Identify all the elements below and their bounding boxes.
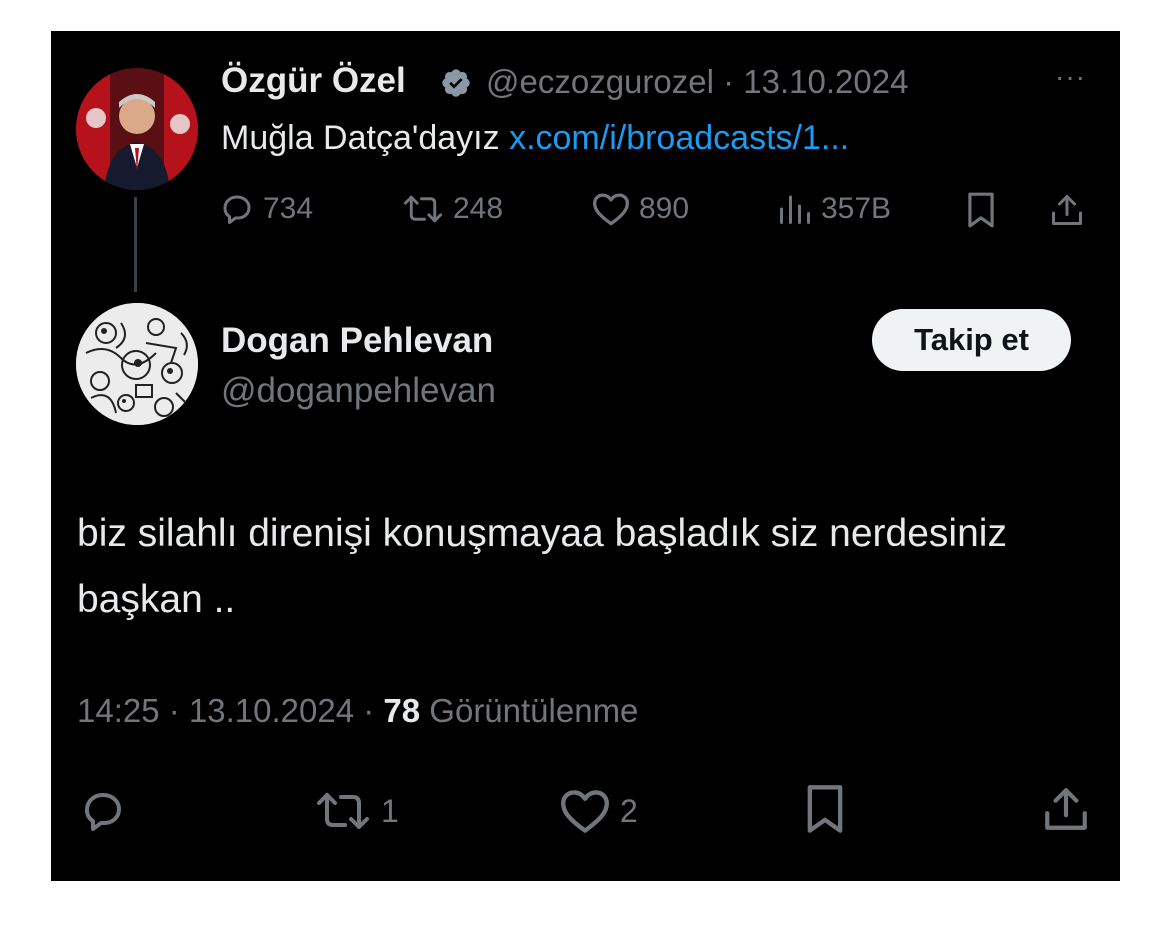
post-link[interactable]: x.com/i/broadcasts/1... — [509, 119, 849, 157]
post-text: Muğla Datça'dayız x.com/i/broadcasts/1..… — [221, 119, 849, 158]
share-button[interactable] — [1041, 783, 1091, 835]
bookmark-button[interactable] — [803, 783, 847, 835]
like-button[interactable]: 2 — [558, 787, 638, 835]
avatar[interactable] — [76, 303, 198, 425]
analytics-icon — [780, 195, 810, 224]
verified-badge-icon — [440, 67, 472, 99]
author-handle-date[interactable]: @eczozgurozel · 13.10.2024 — [486, 63, 908, 101]
repost-icon — [317, 793, 369, 829]
post-metadata: 14:25 · 13.10.2024 · 78 Görüntülenme — [77, 692, 638, 730]
thread-connector-line — [134, 197, 137, 292]
bookmark-button[interactable] — [964, 191, 998, 229]
views-label: Görüntülenme — [420, 692, 639, 729]
share-icon — [1045, 788, 1087, 830]
more-options-icon[interactable]: ··· — [1055, 61, 1086, 93]
repost-button[interactable]: 1 — [313, 787, 399, 835]
author-name[interactable]: Özgür Özel — [221, 61, 406, 101]
reply-icon — [223, 195, 251, 224]
follow-button[interactable]: Takip et — [872, 309, 1071, 371]
avatar[interactable] — [76, 68, 198, 190]
heart-icon — [593, 193, 629, 226]
heart-icon — [561, 790, 609, 833]
tweet-thread: Özgür Özel @eczozgurozel · 13.10.2024 ··… — [51, 31, 1120, 881]
author-name[interactable]: Dogan Pehlevan — [221, 321, 493, 361]
post-time-date[interactable]: 14:25 · 13.10.2024 · — [77, 692, 383, 729]
views-count: 78 — [383, 692, 421, 729]
author-handle[interactable]: @doganpehlevan — [221, 371, 496, 411]
share-icon — [1052, 195, 1082, 225]
bookmark-icon — [968, 192, 994, 228]
repost-icon — [403, 195, 443, 223]
reply-icon — [85, 793, 121, 831]
bookmark-icon — [807, 785, 843, 833]
reply-button[interactable]: 734 — [219, 191, 313, 227]
like-count: 890 — [639, 192, 690, 225]
views-count: 357B — [821, 192, 892, 225]
repost-button[interactable]: 248 — [401, 191, 503, 227]
like-button[interactable]: 890 — [591, 191, 689, 227]
like-count: 2 — [620, 792, 638, 829]
reply-count: 734 — [263, 192, 314, 225]
share-button[interactable] — [1049, 191, 1085, 229]
views-button[interactable]: 357B — [777, 191, 891, 227]
post-text-content: Muğla Datça'dayız — [221, 119, 510, 157]
reply-button[interactable] — [78, 787, 128, 835]
repost-count: 248 — [453, 192, 504, 225]
repost-count: 1 — [381, 792, 399, 829]
reply-text: biz silahlı direnişi konuşmayaa başladık… — [77, 512, 1007, 621]
